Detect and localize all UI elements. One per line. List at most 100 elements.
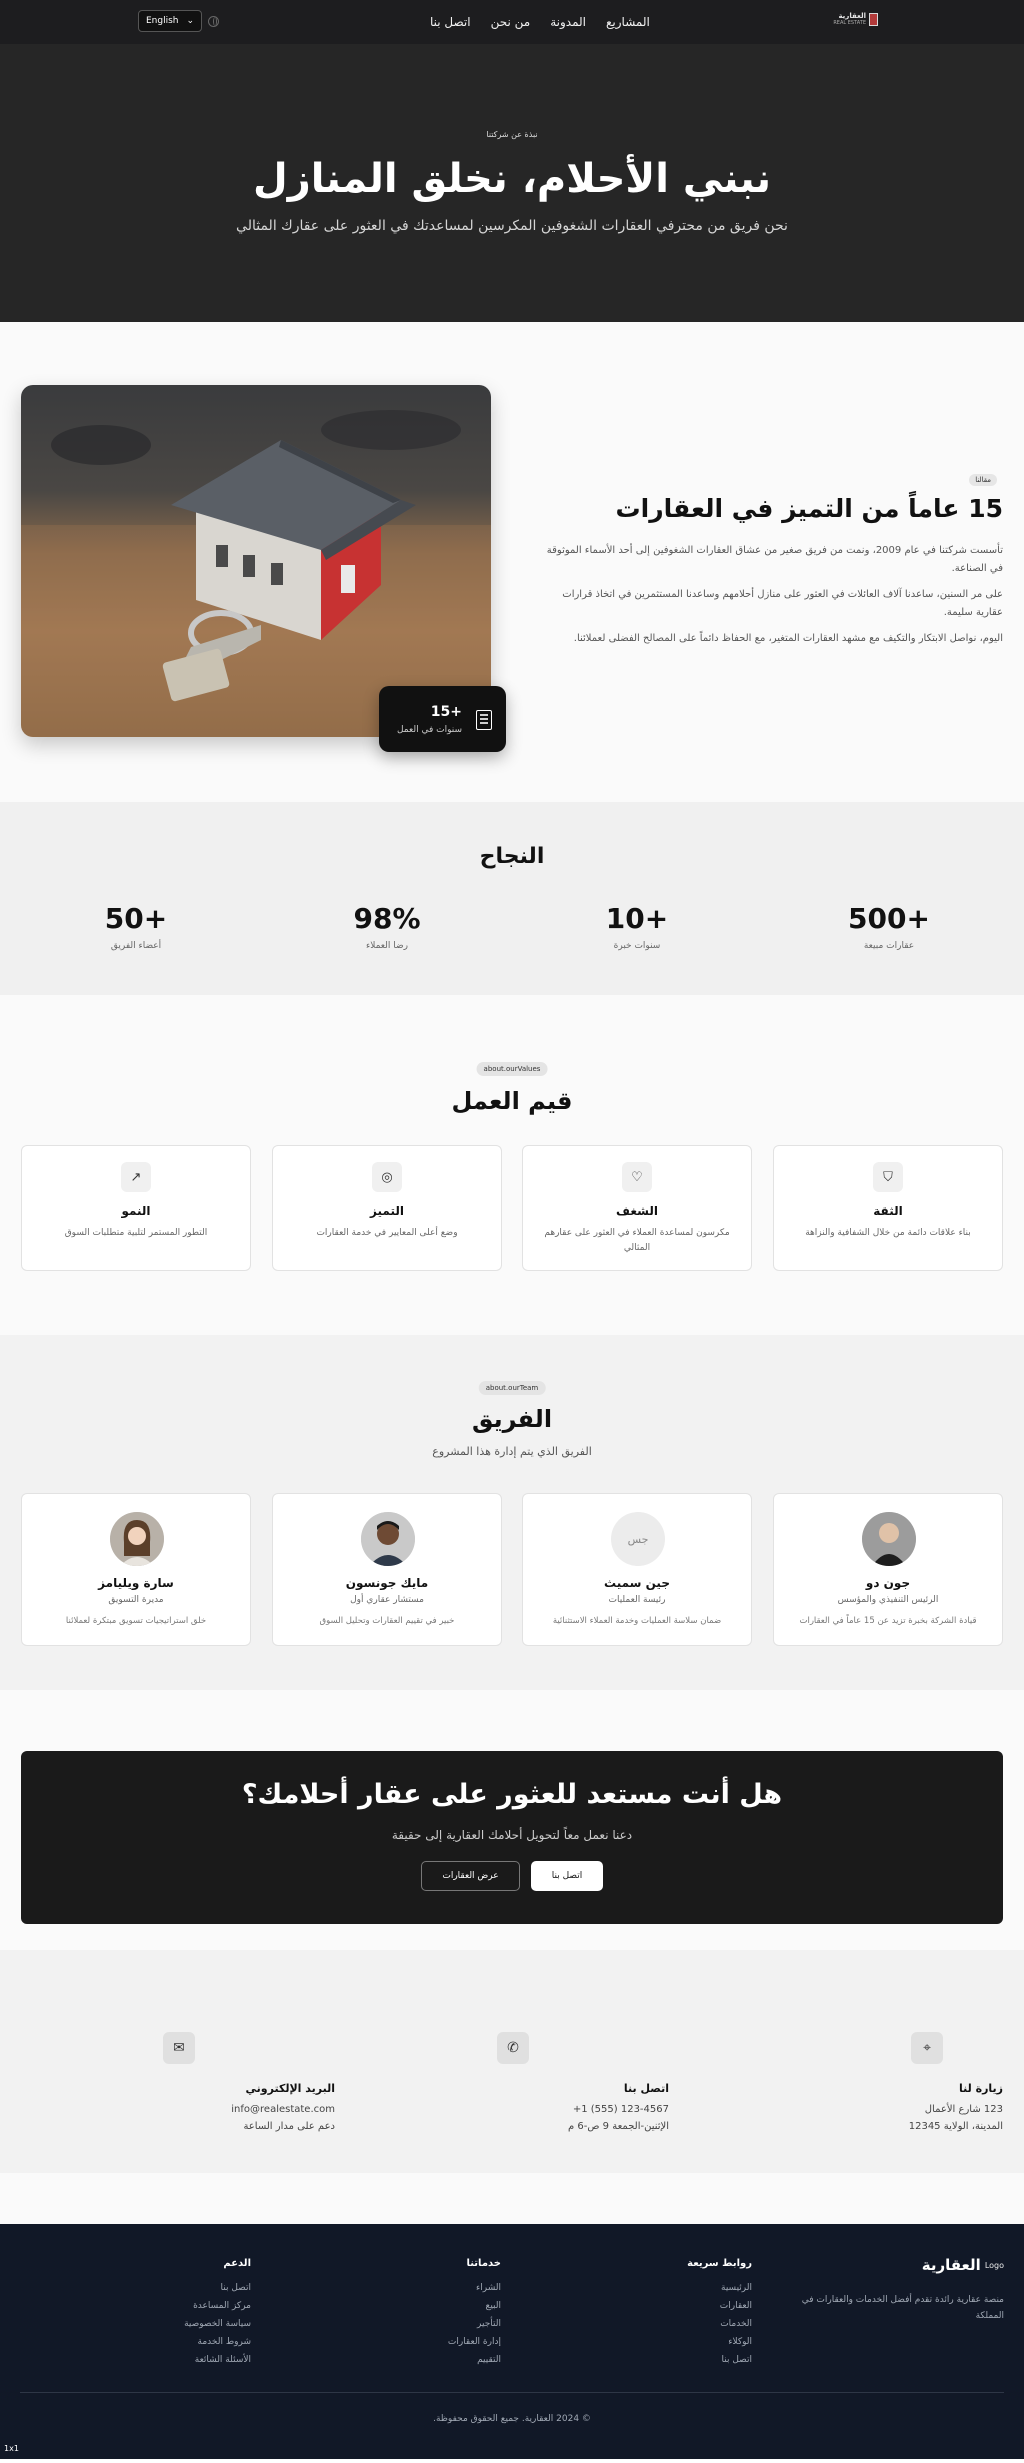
page-bottom-edge [0,2459,1024,2463]
footer-link[interactable]: مركز المساعدة [184,2301,251,2313]
footer-link[interactable]: شروط الخدمة [184,2337,251,2349]
contact-line: دعم على مدار الساعة [243,2121,335,2132]
footer-link[interactable]: التقييم [448,2355,501,2367]
stat-team: +50 أعضاء الفريق [36,902,236,951]
value-title: النمو [121,1204,151,1218]
contact-line[interactable]: +1 (555) 123-4567 [573,2104,669,2115]
contact-title: البريد الإلكتروني [245,2082,335,2095]
about-tag: مقالنا [969,474,997,486]
value-desc: التطور المستمر لتلبية متطلبات السوق [64,1228,208,1238]
chevron-down-icon: ⌄ [186,16,194,26]
member-role: مديرة التسويق [108,1595,164,1605]
value-title: التميز [370,1204,404,1218]
target-icon: ◎ [372,1162,402,1192]
nav-link-projects[interactable]: المشاريع [606,15,650,29]
footer-col-title: خدماتنا [466,2258,501,2269]
team-title: الفريق [471,1405,553,1433]
value-desc: مكرسون لمساعدة العملاء في العثور على عقا… [544,1228,730,1253]
logo-title: العقارية [838,12,866,20]
footer-link[interactable]: الرئيسية [687,2283,752,2295]
values-title: قيم العمل [451,1087,573,1115]
mail-icon: ✉ [163,2032,195,2064]
hero-subtitle: نحن فريق من محترفي العقارات الشغوفين الم… [236,218,788,234]
about-paragraph: اليوم، نواصل الابتكار والتكيف مع مشهد ال… [573,633,1003,644]
team-member-card: سارة ويليامز مديرة التسويق خلق استراتيجي… [21,1493,251,1646]
contact-line: الإثنين-الجمعة 9 ص-6 م [568,2121,669,2132]
contact-line: المدينة، الولاية 12345 [908,2121,1003,2132]
language-select[interactable]: English ⌄ [138,10,202,32]
language-label: English [146,16,179,26]
member-name: جين سميث [604,1576,670,1590]
hero-eyebrow: نبذة عن شركتنا [486,130,538,139]
years-badge: +15 سنوات في العمل [379,686,506,752]
contact-line[interactable]: info@realestate.com [231,2104,335,2115]
footer-link[interactable]: الأسئلة الشائعة [184,2355,251,2367]
value-desc: بناء علاقات دائمة من خلال الشفافية والنز… [805,1228,971,1238]
stat-years: +10 سنوات خبرة [537,902,737,951]
team-section: about.ourTeam الفريق الفريق الذي يتم إدا… [0,1335,1024,1690]
member-desc: ضمان سلاسة العمليات وخدمة العملاء الاستث… [552,1616,722,1626]
stat-label: سنوات خبرة [613,941,661,951]
trending-up-icon: ↗ [121,1162,151,1192]
footer-logo[interactable]: Logo العقارية [922,2256,1004,2274]
nav-link-about[interactable]: من نحن [491,15,531,29]
nav-link-contact[interactable]: اتصل بنا [430,15,471,29]
copyright: © 2024 العقارية. جميع الحقوق محفوظة. [433,2414,591,2424]
footer-link[interactable]: الشراء [448,2283,501,2295]
member-role: رئيسة العمليات [608,1595,666,1605]
logo-mark [869,12,878,26]
view-properties-button[interactable]: عرض العقارات [421,1861,520,1891]
team-member-card: مايك جونسون مستشار عقاري أول خبير في تقي… [272,1493,502,1646]
stat-value: +500 [848,902,930,935]
avatar-initials: جس [611,1512,665,1566]
phone-icon: ✆ [497,2032,529,2064]
stat-label: أعضاء الفريق [110,941,162,951]
success-section: النجاح +500 عقارات مبيعة +10 سنوات خبرة … [0,802,1024,995]
globe-icon [208,16,219,27]
member-desc: قيادة الشركة بخبرة تزيد عن 15 عاماً في ا… [799,1616,977,1626]
brand-logo[interactable]: العقارية REAL ESTATE [833,12,878,26]
contact-line: 123 شارع الأعمال [924,2104,1003,2115]
footer-link[interactable]: البيع [448,2301,501,2313]
about-paragraph: على مر السنين، ساعدنا آلاف العائلات في ا… [562,589,1003,618]
footer-link[interactable]: العقارات [687,2301,752,2313]
footer-link[interactable]: التأجير [448,2319,501,2331]
map-pin-icon: ⌖ [911,2032,943,2064]
about-section: +15 سنوات في العمل مقالنا 15 عاماً من ال… [0,322,1024,802]
values-section: about.ourValues قيم العمل ⛉ الثقة بناء ع… [0,995,1024,1335]
hero-title: نبني الأحلام، نخلق المنازل [253,156,771,202]
contact-section: ⌖ زيارة لنا 123 شارع الأعمال المدينة، ال… [0,1950,1024,2173]
footer-link[interactable]: اتصل بنا [184,2283,251,2295]
contact-title: اتصل بنا [623,2082,669,2095]
stat-value: +50 [104,902,168,935]
cta-subtitle: دعنا نعمل معاً لتحويل أحلامك العقارية إل… [391,1828,633,1842]
house-photo [21,385,491,737]
footer-col-support: الدعم اتصل بنا مركز المساعدة سياسة الخصو… [184,2258,251,2373]
footer-link[interactable]: إدارة العقارات [448,2337,501,2349]
value-card-passion: ♡ الشغف مكرسون لمساعدة العملاء في العثور… [522,1145,752,1271]
footer-divider [20,2392,1004,2393]
years-label: سنوات في العمل [396,725,462,735]
shield-icon: ⛉ [873,1162,903,1192]
value-title: الشغف [616,1204,658,1218]
cta-section: هل أنت مستعد للعثور على عقار أحلامك؟ دعن… [0,1690,1024,1950]
house-illustration [21,410,491,737]
team-member-card: جون دو الرئيس التنفيذي والمؤسس قيادة الش… [773,1493,1003,1646]
member-name: مايك جونسون [345,1576,429,1590]
member-role: الرئيس التنفيذي والمؤسس [837,1595,939,1605]
footer-link[interactable]: الوكلاء [687,2337,752,2349]
avatar [110,1512,164,1566]
corner-label: 1x1 [4,2444,19,2453]
values-pill: about.ourValues [476,1062,548,1076]
member-name: جون دو [865,1576,911,1590]
nav-link-blog[interactable]: المدونة [550,15,586,29]
avatar [361,1512,415,1566]
footer-link[interactable]: الخدمات [687,2319,752,2331]
stat-label: عقارات مبيعة [863,941,915,951]
footer-link[interactable]: سياسة الخصوصية [184,2319,251,2331]
years-value: +15 [430,704,462,720]
footer-link[interactable]: اتصل بنا [687,2355,752,2367]
contact-us-button[interactable]: اتصل بنا [531,1861,603,1891]
value-card-growth: ↗ النمو التطور المستمر لتلبية متطلبات ال… [21,1145,251,1271]
footer-col-services: خدماتنا الشراء البيع التأجير إدارة العقا… [448,2258,501,2373]
